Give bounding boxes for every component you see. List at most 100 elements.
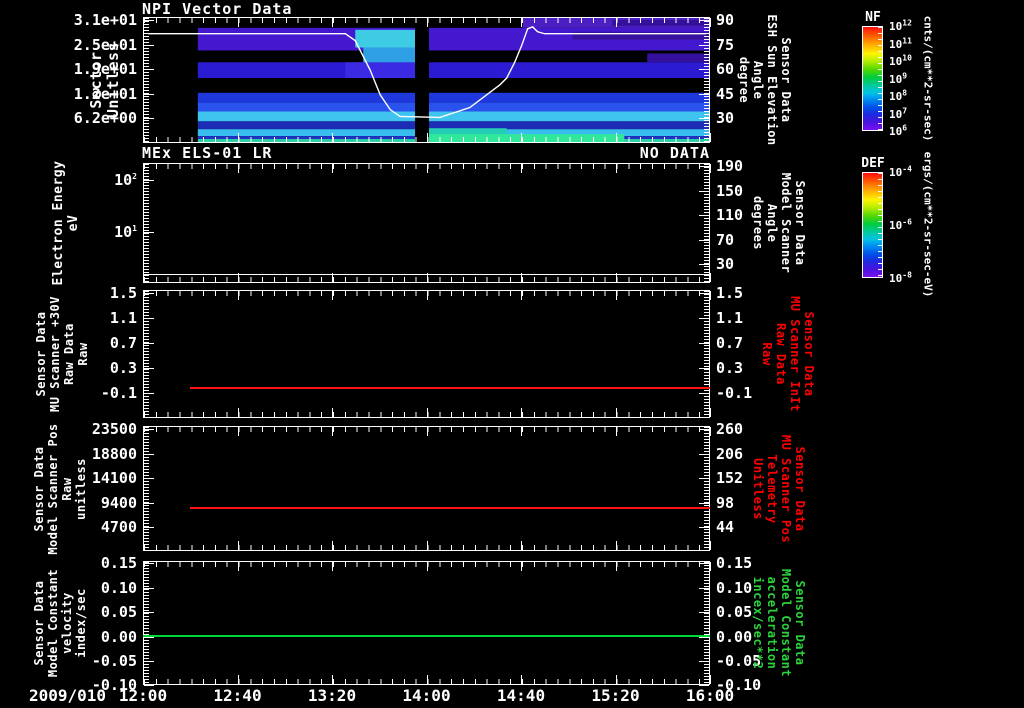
x-major-tick [616, 133, 617, 142]
x-major-tick [616, 164, 617, 173]
y-major-tick [144, 393, 154, 394]
x-tick-label: 15:20 [576, 686, 656, 705]
x-major-tick [143, 541, 144, 550]
panel4-minor-ticks-left [144, 427, 149, 550]
panel1-right-tick-label: 60 [716, 60, 734, 78]
panel2-right-tick-label: 110 [716, 206, 743, 224]
x-major-tick [238, 291, 239, 300]
data-line-panel4 [190, 507, 710, 509]
x-major-tick [427, 133, 428, 142]
y-major-tick [144, 503, 154, 504]
panel1-right-tick-label: 45 [716, 85, 734, 103]
x-major-tick [427, 427, 428, 436]
x-major-tick [427, 164, 428, 173]
colorbar-tick-label: 107 [889, 108, 907, 121]
x-major-tick [710, 18, 711, 27]
y-major-tick [699, 69, 709, 70]
colorbar-tick-label: 10-6 [889, 219, 912, 232]
colorbar-tick-label: 108 [889, 90, 907, 103]
x-major-tick [616, 291, 617, 300]
y-major-tick [699, 661, 709, 662]
y-major-tick [699, 94, 709, 95]
x-major-tick [427, 675, 428, 684]
panel4-right-tick-label: 260 [716, 420, 743, 438]
x-major-tick [427, 408, 428, 417]
colorbar-tick-label: 10-8 [889, 272, 912, 285]
x-major-tick [521, 675, 522, 684]
panel1-right-tick-label: 30 [716, 109, 734, 127]
panel5-right-tick-label: 0.05 [716, 603, 752, 621]
y-major-tick [144, 45, 154, 46]
x-major-tick [332, 408, 333, 417]
y-major-tick [699, 429, 709, 430]
panel2-right-tick-label: 150 [716, 182, 743, 200]
colorbar-tick-label: 1012 [889, 20, 912, 33]
x-major-tick [521, 427, 522, 436]
panel1-frame [143, 17, 710, 143]
x-major-tick [521, 133, 522, 142]
y-major-tick [699, 240, 709, 241]
x-major-tick [616, 18, 617, 27]
colorbar-def [862, 172, 883, 278]
panel3-right-tick-label: -0.1 [716, 384, 752, 402]
panel5-right-tick-label: 0.10 [716, 579, 752, 597]
x-tick-label: 16:00 [670, 686, 750, 705]
x-major-tick [238, 408, 239, 417]
x-major-tick [143, 408, 144, 417]
colorbar-minor-ticks [878, 27, 882, 130]
x-major-tick [332, 291, 333, 300]
panel1-right-tick-label: 75 [716, 36, 734, 54]
x-major-tick [710, 562, 711, 571]
npi-spectrogram [144, 18, 709, 142]
x-major-tick [521, 562, 522, 571]
panel2-minor-ticks-left [144, 164, 149, 282]
panel1-right-tick-label: 90 [716, 11, 734, 29]
x-tick-label: 12:00 [103, 686, 183, 705]
colorbar-tick-label: 109 [889, 73, 907, 86]
panel1-title: NPI Vector Data [142, 0, 292, 18]
x-major-tick [238, 164, 239, 173]
y-major-tick [699, 293, 709, 294]
els-baseline [144, 274, 709, 275]
panel3-right-tick-label: 0.7 [716, 334, 743, 352]
x-major-tick [332, 18, 333, 27]
y-major-tick [144, 612, 154, 613]
y-major-tick [699, 563, 709, 564]
y-major-tick [144, 563, 154, 564]
panel5-minor-ticks-left [144, 562, 149, 684]
y-major-tick [699, 454, 709, 455]
x-major-tick [710, 408, 711, 417]
y-major-tick [699, 20, 709, 21]
x-major-tick [143, 133, 144, 142]
x-major-tick [427, 291, 428, 300]
x-major-tick [521, 408, 522, 417]
panel2-right-tick-label: 30 [716, 255, 734, 273]
y-major-tick [144, 118, 154, 119]
panel3-minor-ticks-left [144, 291, 149, 417]
y-major-tick [699, 118, 709, 119]
x-major-tick [238, 675, 239, 684]
y-major-tick [699, 215, 709, 216]
y-major-tick [699, 343, 709, 344]
y-major-tick [144, 343, 154, 344]
x-major-tick [332, 562, 333, 571]
x-major-tick [332, 675, 333, 684]
panel5-minor-ticks-right [704, 562, 709, 684]
x-major-tick [143, 675, 144, 684]
x-major-tick [332, 541, 333, 550]
panel4-right-tick-label: 44 [716, 518, 734, 536]
x-major-tick [616, 408, 617, 417]
x-major-tick [521, 164, 522, 173]
y-major-tick [699, 478, 709, 479]
panel5-right-axis-label: Sensor DataModel Constantaccelerationinc… [751, 423, 807, 708]
x-major-tick [710, 427, 711, 436]
y-major-tick [144, 20, 154, 21]
x-major-tick [616, 427, 617, 436]
panel3-right-tick-label: 0.3 [716, 359, 743, 377]
x-major-tick [332, 164, 333, 173]
x-major-tick [521, 541, 522, 550]
x-major-tick [427, 562, 428, 571]
y-major-tick [699, 503, 709, 504]
y-major-tick [699, 166, 709, 167]
data-line-panel3 [190, 387, 710, 389]
